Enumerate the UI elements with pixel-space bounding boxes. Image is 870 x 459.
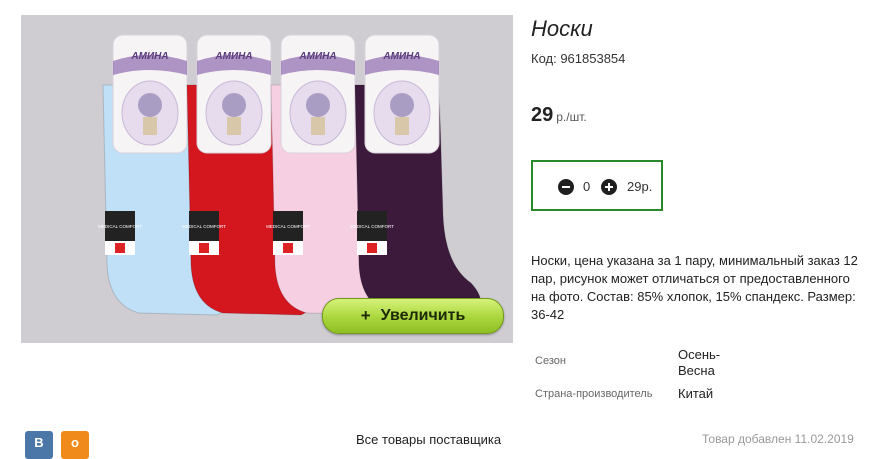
svg-text:АМИНА: АМИНА — [214, 51, 252, 62]
quantity-stepper: 0 29р. — [531, 160, 663, 211]
product-title: Носки — [531, 16, 593, 41]
ok-share-button[interactable]: о — [61, 431, 89, 459]
socks-illustration: АМИНА MEDICAL COMFORT АМИНА MEDICAL COMFORT… — [98, 34, 481, 316]
product-image[interactable]: АМИНА MEDICAL COMFORT АМИНА MEDICAL COMFORT… — [21, 15, 513, 343]
sock-item: АМИНА MEDICAL COMFORT — [350, 34, 481, 316]
svg-text:MEDICAL COMFORT: MEDICAL COMFORT — [98, 224, 142, 229]
product-description: Носки, цена указана за 1 пару, минимальн… — [531, 253, 858, 322]
property-value-country: Китай — [678, 386, 714, 401]
svg-text:MEDICAL COMFORT: MEDICAL COMFORT — [266, 224, 310, 229]
plus-icon: + — [360, 306, 371, 325]
svg-text:АМИНА: АМИНА — [382, 51, 420, 62]
product-code: Код: 961853854 — [531, 51, 626, 66]
vk-icon: В — [34, 435, 44, 450]
added-date-note: Товар добавлен 11.02.2019 — [702, 432, 854, 446]
quantity-sum: 29р. — [627, 179, 653, 194]
property-label-season: Сезон — [535, 355, 566, 367]
svg-text:MEDICAL COMFORT: MEDICAL COMFORT — [350, 224, 394, 229]
svg-text:MEDICAL COMFORT: MEDICAL COMFORT — [182, 224, 226, 229]
quantity-count: 0 — [583, 179, 591, 194]
ok-icon: о — [71, 435, 79, 450]
svg-text:АМИНА: АМИНА — [298, 51, 336, 62]
supplier-products-link[interactable]: Все товары поставщика — [356, 432, 501, 447]
property-value-season: Осень-Весна — [678, 347, 721, 378]
zoom-button-label: Увеличить — [380, 307, 466, 324]
price-unit: р./шт. — [556, 110, 587, 124]
plus-icon[interactable] — [601, 179, 617, 195]
product-price: 29 р./шт. — [531, 104, 587, 127]
price-value: 29 — [531, 104, 554, 126]
property-label-country: Страна-производитель — [535, 388, 653, 400]
minus-icon[interactable] — [558, 179, 574, 195]
svg-text:АМИНА: АМИНА — [130, 51, 168, 62]
vk-share-button[interactable]: В — [25, 431, 53, 459]
zoom-button[interactable]: + Увеличить — [322, 298, 504, 334]
